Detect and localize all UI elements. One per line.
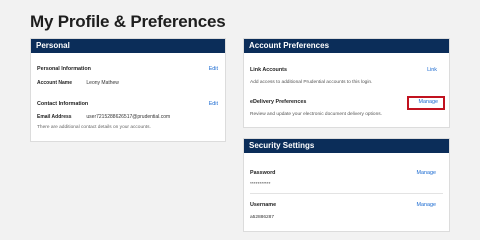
- contact-information-title: Contact Information: [37, 101, 89, 107]
- password-title: Password: [250, 170, 276, 176]
- manage-password-link[interactable]: Manage: [417, 170, 436, 176]
- account-name-label: Account Name: [37, 80, 73, 86]
- manage-username-link[interactable]: Manage: [417, 202, 436, 208]
- password-value: ***********: [250, 182, 271, 187]
- edit-contact-info-link[interactable]: Edit: [209, 101, 218, 107]
- security-settings-card: Security Settings Password Manage ******…: [243, 138, 450, 232]
- email-row: Email Address user7215288626517@prudenti…: [37, 114, 170, 120]
- email-value: user7215288626517@prudential.com: [86, 114, 171, 120]
- username-value: a52886287: [250, 215, 275, 220]
- security-settings-header: Security Settings: [244, 139, 449, 153]
- page-title: My Profile & Preferences: [30, 12, 226, 31]
- contact-note: There are additional contact details on …: [37, 125, 151, 130]
- username-title: Username: [250, 202, 277, 208]
- edit-personal-info-link[interactable]: Edit: [209, 66, 218, 72]
- email-label: Email Address: [37, 114, 72, 120]
- personal-card: Personal Personal Information Edit Accou…: [30, 38, 226, 142]
- personal-card-header: Personal: [31, 39, 225, 53]
- account-name-row: Account Name Leony Mathew: [37, 80, 119, 86]
- link-accounts-title: Link Accounts: [250, 67, 287, 73]
- security-divider: [250, 193, 443, 194]
- account-name-value: Leony Mathew: [86, 80, 119, 86]
- personal-information-title: Personal Information: [37, 66, 91, 72]
- link-accounts-link[interactable]: Link: [427, 67, 437, 73]
- account-preferences-card: Account Preferences Link Accounts Link A…: [243, 38, 450, 128]
- manage-edelivery-link[interactable]: Manage: [419, 99, 438, 105]
- link-accounts-desc: Add access to additional Prudential acco…: [250, 80, 373, 85]
- edelivery-desc: Review and update your electronic docume…: [250, 112, 382, 117]
- account-preferences-header: Account Preferences: [244, 39, 449, 53]
